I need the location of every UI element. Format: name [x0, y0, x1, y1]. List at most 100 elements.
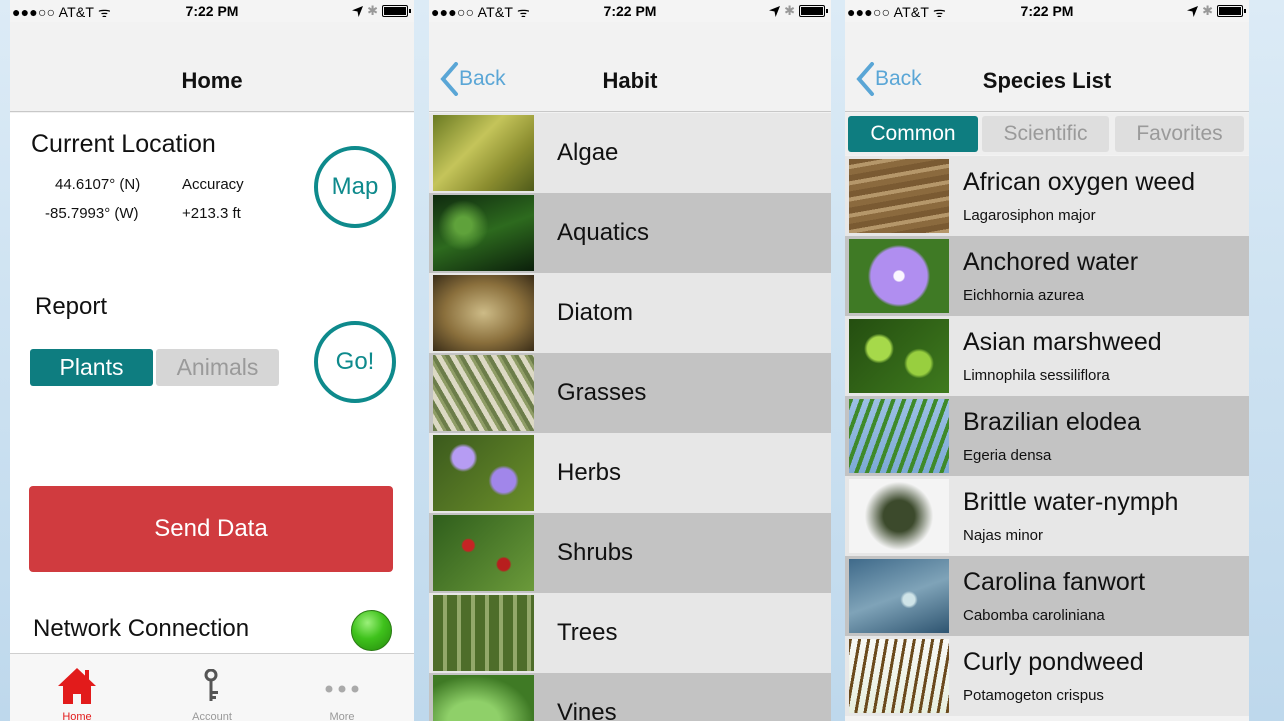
habit-label: Trees [557, 619, 618, 646]
network-status-indicator [351, 610, 392, 651]
species-common-name: Asian marshweed [963, 328, 1162, 356]
nav-bar: Back Species List [845, 22, 1249, 112]
sort-segmented-control: Common Scientific Favorites [845, 113, 1249, 155]
home-screen: ●●●○○ AT&T ᯤ 7:22 PM ✱ Home Current Loca… [10, 0, 414, 721]
accuracy-value: +213.3 ft [182, 205, 241, 222]
species-thumbnail [849, 639, 949, 713]
latitude-value: 44.6107° (N) [55, 176, 141, 193]
plants-segment[interactable]: Plants [30, 349, 153, 386]
page-title: Home [181, 68, 243, 93]
species-screen: ●●●○○ AT&T ᯤ 7:22 PM ✱ Back Species List… [845, 0, 1249, 721]
habit-row-aquatics[interactable]: Aquatics [429, 193, 831, 273]
status-icons: ✱ [1187, 3, 1246, 19]
algae-thumbnail [433, 115, 534, 191]
habit-label: Aquatics [557, 219, 650, 246]
habit-row-diatom[interactable]: Diatom [429, 273, 831, 353]
status-icons: ✱ [352, 3, 411, 19]
species-thumbnail [849, 239, 949, 313]
habit-label: Herbs [557, 459, 622, 486]
segment-scientific[interactable]: Scientific [982, 116, 1109, 152]
diatom-thumbnail [433, 275, 534, 351]
location-arrow-icon [352, 5, 364, 17]
current-location-title: Current Location [31, 130, 216, 158]
segment-favorites[interactable]: Favorites [1115, 116, 1244, 152]
habit-label: Diatom [557, 299, 634, 326]
aquatics-thumbnail [433, 195, 534, 271]
habit-label: Grasses [557, 379, 647, 406]
go-button[interactable]: Go! [314, 321, 396, 403]
habit-row-trees[interactable]: Trees [429, 593, 831, 673]
nav-bar: Home [10, 22, 414, 112]
bluetooth-icon: ✱ [367, 3, 378, 18]
species-common-name: Anchored water [963, 248, 1139, 276]
tab-account[interactable]: Account [162, 654, 262, 721]
species-scientific-name: Egeria densa [963, 447, 1052, 464]
species-thumbnail [849, 159, 949, 233]
species-common-name: Curly pondweed [963, 648, 1144, 676]
tab-more-label: More [329, 711, 355, 721]
species-scientific-name: Limnophila sessiliflora [963, 367, 1110, 384]
page-title: Species List [982, 68, 1112, 93]
key-icon [204, 669, 218, 701]
status-bar: ●●●○○ AT&T ᯤ 7:22 PM ✱ [845, 0, 1249, 22]
species-row[interactable]: Brazilian elodea Egeria densa [845, 396, 1249, 476]
tab-bar: Home Account More [10, 653, 414, 721]
tab-home-label: Home [62, 711, 92, 721]
status-bar: ●●●○○ AT&T ᯤ 7:22 PM ✱ [10, 0, 414, 22]
species-row[interactable]: Carolina fanwort Cabomba caroliniana [845, 556, 1249, 636]
more-dots-icon [325, 685, 359, 693]
shrubs-thumbnail [433, 515, 534, 591]
species-common-name: Brittle water-nymph [963, 488, 1179, 516]
species-scientific-name: Cabomba caroliniana [963, 607, 1105, 624]
tab-more[interactable]: More [292, 654, 392, 721]
species-row[interactable]: African oxygen weed Lagarosiphon major [845, 156, 1249, 236]
habit-row-herbs[interactable]: Herbs [429, 433, 831, 513]
habit-row-algae[interactable]: Algae [429, 113, 831, 193]
status-icons: ✱ [769, 3, 828, 19]
habit-row-shrubs[interactable]: Shrubs [429, 513, 831, 593]
species-row[interactable]: Curly pondweed Potamogeton crispus [845, 636, 1249, 716]
species-scientific-name: Potamogeton crispus [963, 687, 1104, 704]
species-thumbnail [849, 399, 949, 473]
home-content: Current Location 44.6107° (N) Accuracy -… [10, 113, 414, 653]
battery-icon [382, 5, 411, 17]
segment-common[interactable]: Common [848, 116, 978, 152]
page-title: Habit [602, 68, 658, 93]
animals-segment[interactable]: Animals [156, 349, 279, 386]
home-icon [58, 668, 96, 704]
species-thumbnail [849, 479, 949, 553]
nav-bar: Back Habit [429, 22, 831, 112]
bluetooth-icon: ✱ [1202, 3, 1213, 18]
trees-thumbnail [433, 595, 534, 671]
species-row[interactable]: Asian marshweed Limnophila sessiliflora [845, 316, 1249, 396]
species-scientific-name: Lagarosiphon major [963, 207, 1096, 224]
location-arrow-icon [769, 5, 781, 17]
network-connection-label: Network Connection [33, 615, 250, 642]
habit-screen: ●●●○○ AT&T ᯤ 7:22 PM ✱ Back Habit Algae … [429, 0, 831, 721]
grasses-thumbnail [433, 355, 534, 431]
habit-label: Shrubs [557, 539, 634, 566]
species-row[interactable]: Anchored water Eichhornia azurea [845, 236, 1249, 316]
habit-row-grasses[interactable]: Grasses [429, 353, 831, 433]
habit-list: Algae Aquatics Diatom Grasses Herbs Shru… [429, 113, 831, 721]
species-scientific-name: Najas minor [963, 527, 1044, 544]
species-thumbnail [849, 319, 949, 393]
species-thumbnail [849, 559, 949, 633]
battery-icon [1217, 5, 1246, 17]
species-common-name: African oxygen weed [963, 168, 1196, 196]
species-common-name: Brazilian elodea [963, 408, 1141, 436]
species-row[interactable]: Brittle water-nymph Najas minor [845, 476, 1249, 556]
status-bar: ●●●○○ AT&T ᯤ 7:22 PM ✱ [429, 0, 831, 22]
habit-label: Algae [557, 139, 619, 166]
bluetooth-icon: ✱ [784, 3, 795, 18]
longitude-value: -85.7993° (W) [45, 205, 139, 222]
habit-row-vines[interactable]: Vines [429, 673, 831, 721]
species-scientific-name: Eichhornia azurea [963, 287, 1084, 304]
send-data-button[interactable]: Send Data [29, 486, 393, 572]
herbs-thumbnail [433, 435, 534, 511]
accuracy-label: Accuracy [182, 176, 244, 193]
tab-home[interactable]: Home [27, 654, 127, 721]
report-title: Report [35, 293, 108, 320]
map-button[interactable]: Map [314, 146, 396, 228]
vines-thumbnail [433, 675, 534, 721]
